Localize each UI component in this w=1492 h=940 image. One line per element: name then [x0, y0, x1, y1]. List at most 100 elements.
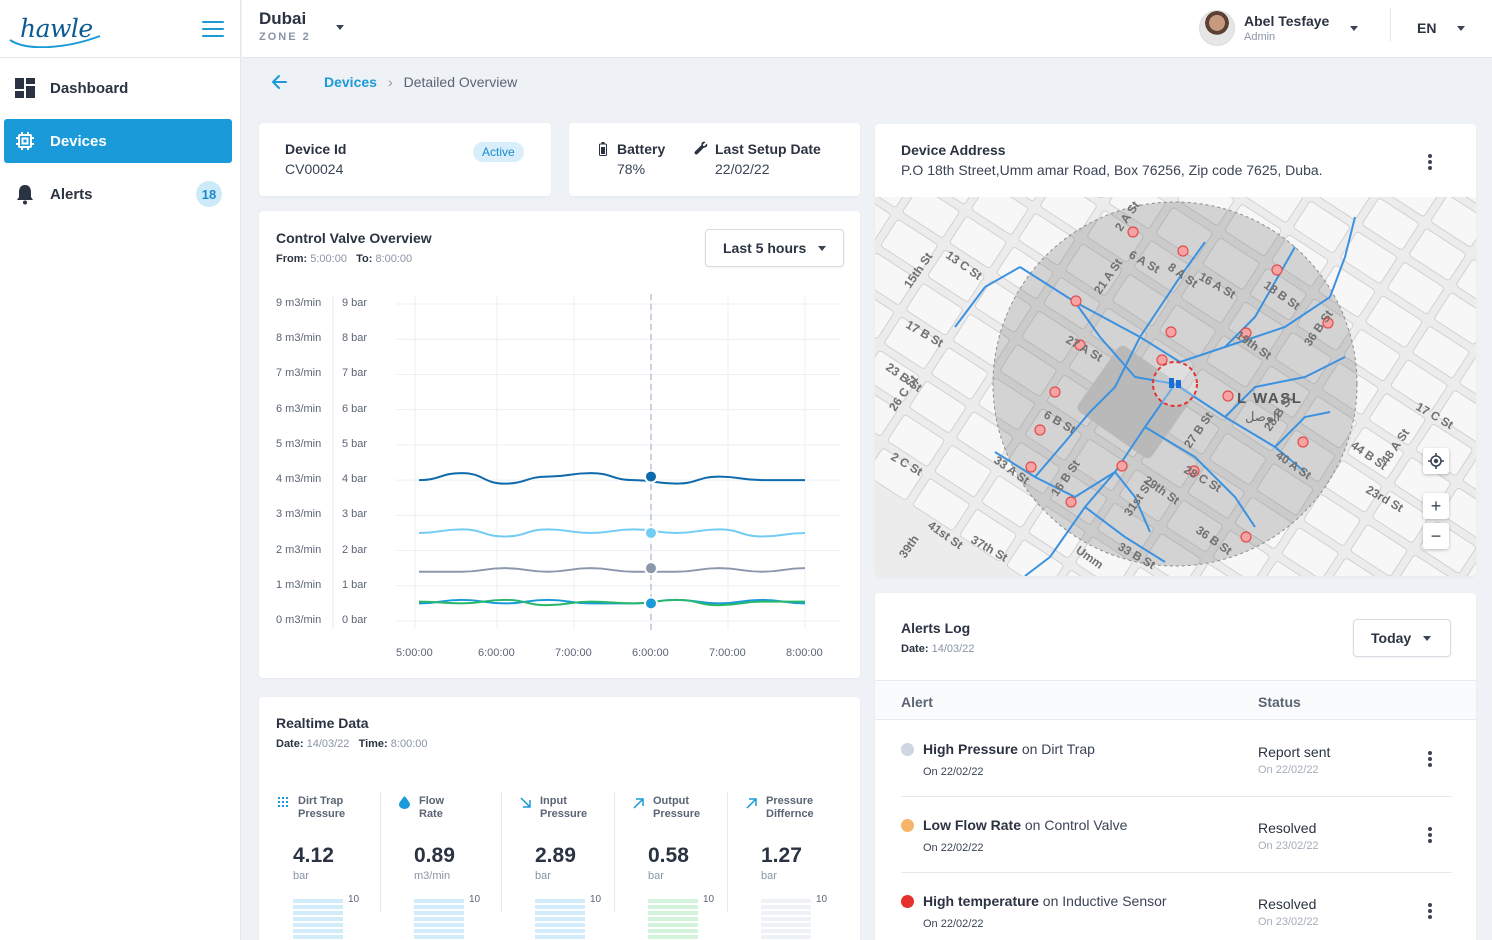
sidebar-item-devices[interactable]: Devices [4, 119, 232, 163]
severity-dot [901, 743, 914, 756]
overview-chart: 0 m3/min 0 bar 1 m3/min 1 bar 2 m3/min 2 bar 3… [259, 211, 860, 678]
menu-toggle-icon[interactable] [202, 20, 224, 37]
avatar [1199, 10, 1235, 46]
location-selector[interactable]: Dubai ZONE 2 [259, 9, 311, 43]
metric-label: Dirt Trap Pressure [298, 795, 346, 820]
y-tick-left: 4 m3/min [276, 473, 322, 486]
level-bar-segment [414, 905, 464, 909]
back-arrow-icon[interactable] [270, 72, 288, 92]
level-bar-segment [648, 911, 698, 915]
metric-unit: bar [535, 870, 551, 882]
sidebar-item-dashboard[interactable]: Dashboard [4, 66, 232, 110]
sidebar-item-label: Dashboard [50, 79, 129, 97]
breadcrumb-devices-link[interactable]: Devices [324, 74, 377, 90]
level-bar-segment [648, 905, 698, 909]
level-bar-segment [761, 935, 811, 939]
realtime-metrics: Dirt Trap Pressure 4.12 bar 10 Flow Rate 0… [259, 792, 860, 940]
alert-text: High temperature on Inductive Sensor [923, 893, 1167, 909]
metric-value: 2.89 [535, 844, 576, 867]
y-tick-right: 4 bar [342, 473, 368, 486]
metric-value: 0.58 [648, 844, 689, 867]
map[interactable]: L WASL الوصل 13 C St 15th St 17 B St 23 B St 2… [875, 197, 1476, 576]
y-tick-right: 9 bar [342, 297, 368, 309]
realtime-metric: Input Pressure 2.89 bar 10 [518, 792, 628, 940]
y-tick-right: 8 bar [342, 332, 368, 345]
battery-icon [599, 142, 607, 156]
severity-dot [901, 819, 914, 832]
device-address-card: Device Address P.O 18th Street,Umm amar … [875, 124, 1476, 576]
row-more-options-icon[interactable] [1423, 825, 1437, 845]
row-more-options-icon[interactable] [1423, 749, 1437, 769]
x-tick-label: 6:00:00 [632, 647, 669, 659]
sensor-node [1127, 226, 1139, 238]
y-tick-right: 5 bar [342, 437, 368, 450]
table-row[interactable]: High Pressure on Dirt Trap On 22/02/22 R… [875, 721, 1478, 797]
level-bar-segment [414, 911, 464, 915]
alert-date: On 22/02/22 [923, 766, 984, 778]
level-bar-segment [761, 899, 811, 903]
zoom-in-button[interactable]: + [1423, 493, 1449, 519]
location-chevron-down-icon[interactable] [336, 25, 344, 30]
x-tick-label: 7:00:00 [709, 647, 746, 659]
alerts-log-card: Alerts Log Date: 14/03/22 Today Alert St… [875, 593, 1476, 940]
x-tick-label: 7:00:00 [555, 647, 592, 659]
col-alert: Alert [901, 694, 933, 710]
control-valve-overview-card: Control Valve Overview From: 5:00:00 To:… [259, 211, 860, 678]
level-bar-segment [761, 917, 811, 921]
arrow-up-right-icon [746, 796, 758, 814]
level-bar-segment [761, 905, 811, 909]
metric-label: Pressure Differnce [766, 795, 814, 820]
level-bar-segment [414, 929, 464, 933]
metric-level-bars [414, 899, 464, 940]
x-tick-label: 6:00:00 [478, 647, 515, 659]
table-row[interactable]: High temperature on Inductive Sensor On … [875, 873, 1478, 940]
level-bar-segment [535, 899, 585, 903]
metric-divider [727, 792, 728, 912]
table-row[interactable]: Low Flow Rate on Control Valve On 22/02/… [875, 797, 1478, 873]
level-bar-segment [648, 917, 698, 921]
device-id-label: Device Id [285, 141, 347, 157]
zoom-out-button[interactable]: − [1423, 523, 1449, 549]
locate-icon[interactable] [1423, 448, 1449, 474]
level-bar-segment [761, 911, 811, 915]
metric-level-bars [648, 899, 698, 940]
battery-value: 78% [617, 161, 646, 177]
alert-date: On 22/02/22 [923, 842, 984, 854]
hawle-logo[interactable]: hawle [9, 14, 101, 48]
level-bar-segment [293, 923, 343, 927]
sensor-node [1240, 531, 1252, 543]
series-marker-3 [644, 561, 658, 576]
level-bar-segment [293, 905, 343, 909]
language-selector[interactable]: EN [1417, 20, 1436, 36]
language-chevron-down-icon[interactable] [1457, 26, 1465, 31]
user-chevron-down-icon[interactable] [1350, 26, 1358, 31]
metric-max: 10 [703, 894, 715, 905]
y-tick-right: 0 bar [342, 614, 368, 626]
series-line-3 [419, 567, 806, 573]
user-menu[interactable]: Abel Tesfaye Admin [1199, 10, 1329, 46]
alerts-range-dropdown[interactable]: Today [1353, 619, 1451, 657]
sidebar-item-alerts[interactable]: Alerts 18 [4, 172, 232, 216]
row-more-options-icon[interactable] [1423, 901, 1437, 921]
level-bar-segment [414, 917, 464, 921]
level-bar-segment [535, 923, 585, 927]
level-bar-segment [293, 917, 343, 921]
alert-status: Resolved [1258, 896, 1317, 912]
device-marker-icon [1176, 380, 1181, 388]
water-drop-icon [399, 796, 410, 814]
battery-card: Battery 78% Last Setup Date 22/02/22 [569, 123, 860, 196]
sensor-node [1034, 424, 1046, 436]
metric-label: Output Pressure [653, 795, 701, 820]
metric-label: Flow Rate [419, 795, 445, 820]
realtime-datetime: Date: 14/03/22 Time: 8:00:00 [276, 738, 428, 750]
realtime-metric: Output Pressure 0.58 bar 10 [631, 792, 741, 940]
user-name: Abel Tesfaye [1244, 13, 1330, 29]
address-value: P.O 18th Street,Umm amar Road, Box 76256… [901, 162, 1323, 178]
alert-text: High Pressure on Dirt Trap [923, 741, 1095, 757]
chevron-down-icon [1423, 635, 1432, 641]
y-tick-left: 8 m3/min [276, 332, 322, 345]
metric-label: Input Pressure [540, 795, 588, 820]
address-more-options-icon[interactable] [1423, 152, 1437, 172]
last-setup-value: 22/02/22 [715, 161, 770, 177]
metric-unit: bar [293, 870, 309, 882]
